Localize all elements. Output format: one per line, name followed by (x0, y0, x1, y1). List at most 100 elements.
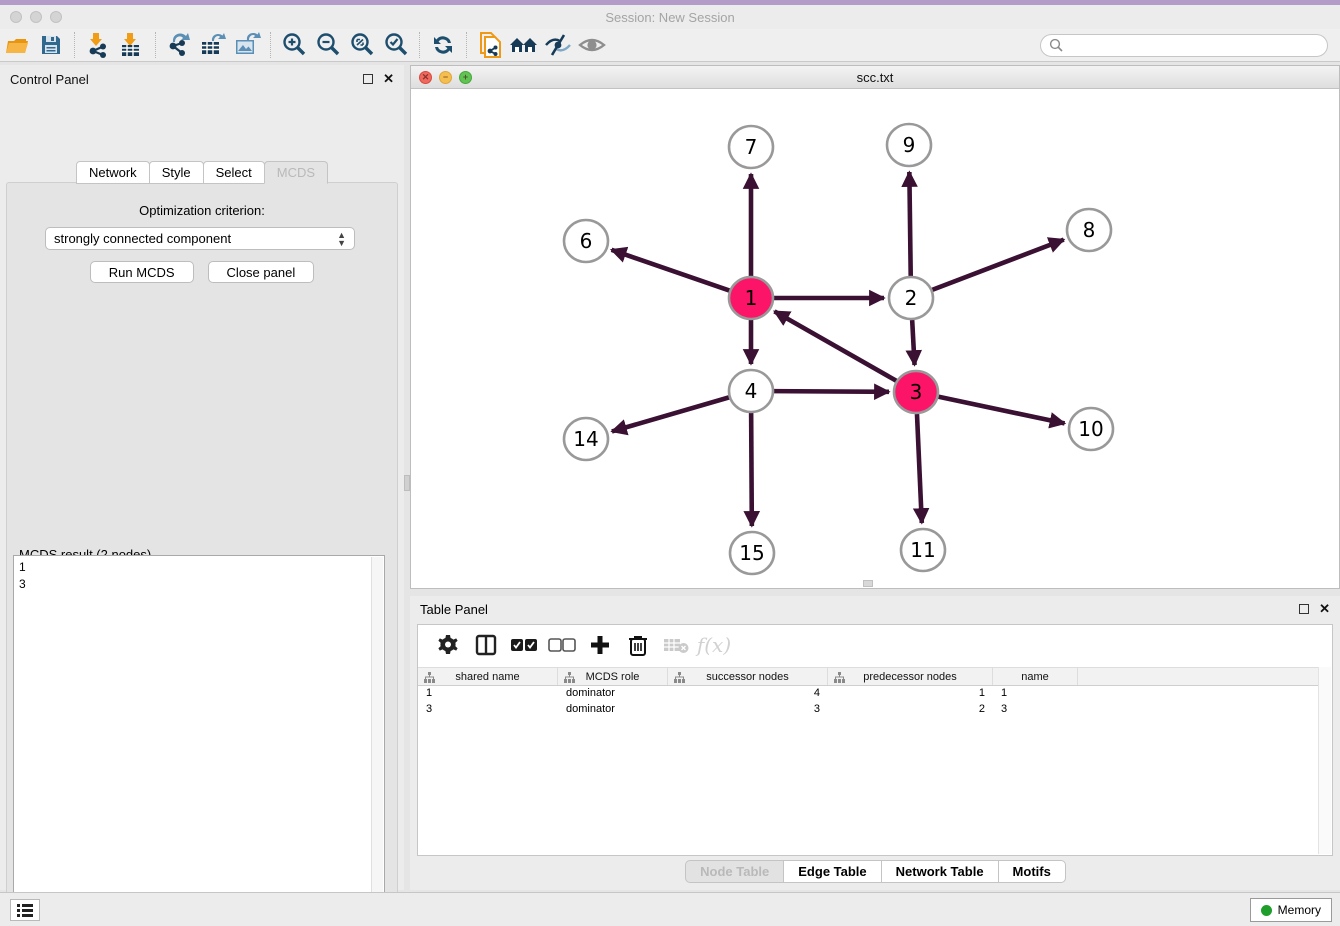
cell-successor-nodes[interactable]: 4 (668, 686, 828, 702)
node-label-7: 7 (745, 135, 758, 159)
tab-motifs[interactable]: Motifs (998, 860, 1066, 883)
column-header-name[interactable]: name (993, 668, 1078, 685)
table-options-button[interactable] (430, 630, 466, 660)
table-scrollbar[interactable] (1318, 667, 1331, 854)
close-table-panel-icon[interactable]: ✕ (1319, 604, 1330, 614)
zoom-selected-button[interactable] (379, 31, 413, 59)
tab-style[interactable]: Style (149, 161, 204, 184)
refresh-layout-button[interactable] (426, 31, 460, 59)
float-table-panel-icon[interactable] (1299, 604, 1309, 614)
cell-shared-name[interactable]: 3 (418, 702, 558, 718)
cell-shared-name[interactable]: 1 (418, 686, 558, 702)
table-row[interactable]: 3dominator323 (418, 702, 1318, 718)
tab-select[interactable]: Select (203, 161, 265, 184)
tab-node-table[interactable]: Node Table (685, 860, 784, 883)
node-3[interactable]: 3 (894, 371, 938, 413)
delete-table-button (658, 630, 694, 660)
export-table-button[interactable] (196, 31, 230, 59)
tab-network[interactable]: Network (76, 161, 150, 184)
float-panel-icon[interactable] (363, 74, 373, 84)
close-panel-icon[interactable]: ✕ (383, 74, 394, 84)
network-canvas[interactable]: 1 2 3 4 6 7 8 9 10 11 14 15 (411, 89, 1339, 588)
zoom-in-button[interactable] (277, 31, 311, 59)
node-14[interactable]: 14 (564, 418, 608, 460)
toolbar-separator (419, 32, 420, 58)
home-views-button[interactable] (507, 31, 541, 59)
edge-1-6[interactable] (612, 250, 731, 291)
edge-2-3[interactable] (912, 320, 914, 365)
export-image-button[interactable] (230, 31, 264, 59)
add-column-button[interactable] (582, 630, 618, 660)
search-input[interactable] (1063, 38, 1319, 52)
plus-icon (589, 634, 611, 656)
list-icon (17, 903, 33, 917)
cell-MCDS-role[interactable]: dominator (558, 686, 668, 702)
tab-edge-table[interactable]: Edge Table (783, 860, 881, 883)
toolbar-separator (270, 32, 271, 58)
show-control-panel-button[interactable] (10, 899, 40, 921)
edge-4-14[interactable] (612, 397, 730, 431)
cell-predecessor-nodes[interactable]: 1 (828, 686, 993, 702)
tab-network-table[interactable]: Network Table (881, 860, 999, 883)
cell-name[interactable]: 1 (993, 686, 1078, 702)
close-panel-button[interactable]: Close panel (208, 261, 315, 283)
column-header-shared-name[interactable]: shared name (418, 668, 558, 685)
node-15[interactable]: 15 (730, 532, 774, 574)
run-mcds-button[interactable]: Run MCDS (90, 261, 194, 283)
criterion-dropdown[interactable]: strongly connected component ▲▼ (45, 227, 355, 250)
network-hscroll-thumb[interactable] (863, 580, 873, 587)
cell-name[interactable]: 3 (993, 702, 1078, 718)
memory-button[interactable]: Memory (1250, 898, 1332, 922)
save-session-button[interactable] (34, 31, 68, 59)
cell-predecessor-nodes[interactable]: 2 (828, 702, 993, 718)
node-table: shared nameMCDS rolesuccessor nodesprede… (418, 667, 1318, 718)
select-all-columns-button[interactable] (506, 630, 542, 660)
zoom-out-button[interactable] (311, 31, 345, 59)
network-window-titlebar[interactable]: ✕ − + scc.txt (411, 66, 1339, 89)
node-9[interactable]: 9 (887, 124, 931, 166)
result-scrollbar[interactable] (371, 557, 383, 926)
import-table-button[interactable] (115, 31, 149, 59)
search-icon (1049, 38, 1063, 52)
network-graph[interactable]: 1 2 3 4 6 7 8 9 10 11 14 15 (411, 89, 1339, 588)
edge-4-3[interactable] (773, 391, 889, 392)
node-10[interactable]: 10 (1069, 408, 1113, 450)
mcds-panel: Optimization criterion: strongly connect… (6, 182, 398, 926)
edge-2-9[interactable] (909, 172, 910, 276)
deselect-all-columns-button[interactable] (544, 630, 580, 660)
search-box[interactable] (1040, 34, 1328, 57)
edge-2-8[interactable] (932, 240, 1064, 291)
open-session-button[interactable] (0, 31, 34, 59)
zoom-fit-button[interactable] (345, 31, 379, 59)
show-panel-button[interactable] (575, 31, 609, 59)
edge-3-1[interactable] (774, 311, 896, 381)
hierarchy-icon (564, 672, 575, 683)
node-2[interactable]: 2 (889, 277, 933, 319)
hide-panel-button[interactable] (541, 31, 575, 59)
node-1[interactable]: 1 (729, 277, 773, 319)
table-row[interactable]: 1dominator411 (418, 686, 1318, 702)
import-network-button[interactable] (81, 31, 115, 59)
export-network-button[interactable] (162, 31, 196, 59)
unchecked-boxes-icon (548, 637, 576, 653)
node-11[interactable]: 11 (901, 529, 945, 571)
split-columns-icon (475, 634, 497, 656)
delete-columns-button[interactable] (620, 630, 656, 660)
node-4[interactable]: 4 (729, 370, 773, 412)
edge-3-11[interactable] (917, 414, 922, 523)
edge-3-10[interactable] (938, 397, 1065, 424)
tab-mcds[interactable]: MCDS (264, 161, 328, 184)
column-header-MCDS-role[interactable]: MCDS role (558, 668, 668, 685)
column-header-predecessor-nodes[interactable]: predecessor nodes (828, 668, 993, 685)
node-7[interactable]: 7 (729, 126, 773, 168)
node-8[interactable]: 8 (1067, 209, 1111, 251)
cell-MCDS-role[interactable]: dominator (558, 702, 668, 718)
clone-network-button[interactable] (473, 31, 507, 59)
cell-successor-nodes[interactable]: 3 (668, 702, 828, 718)
mcds-result-list[interactable]: 1 3 (15, 557, 371, 926)
split-view-button[interactable] (468, 630, 504, 660)
node-6[interactable]: 6 (564, 220, 608, 262)
edge-4-15[interactable] (751, 413, 752, 526)
column-header-successor-nodes[interactable]: successor nodes (668, 668, 828, 685)
export-network-icon (165, 32, 193, 58)
